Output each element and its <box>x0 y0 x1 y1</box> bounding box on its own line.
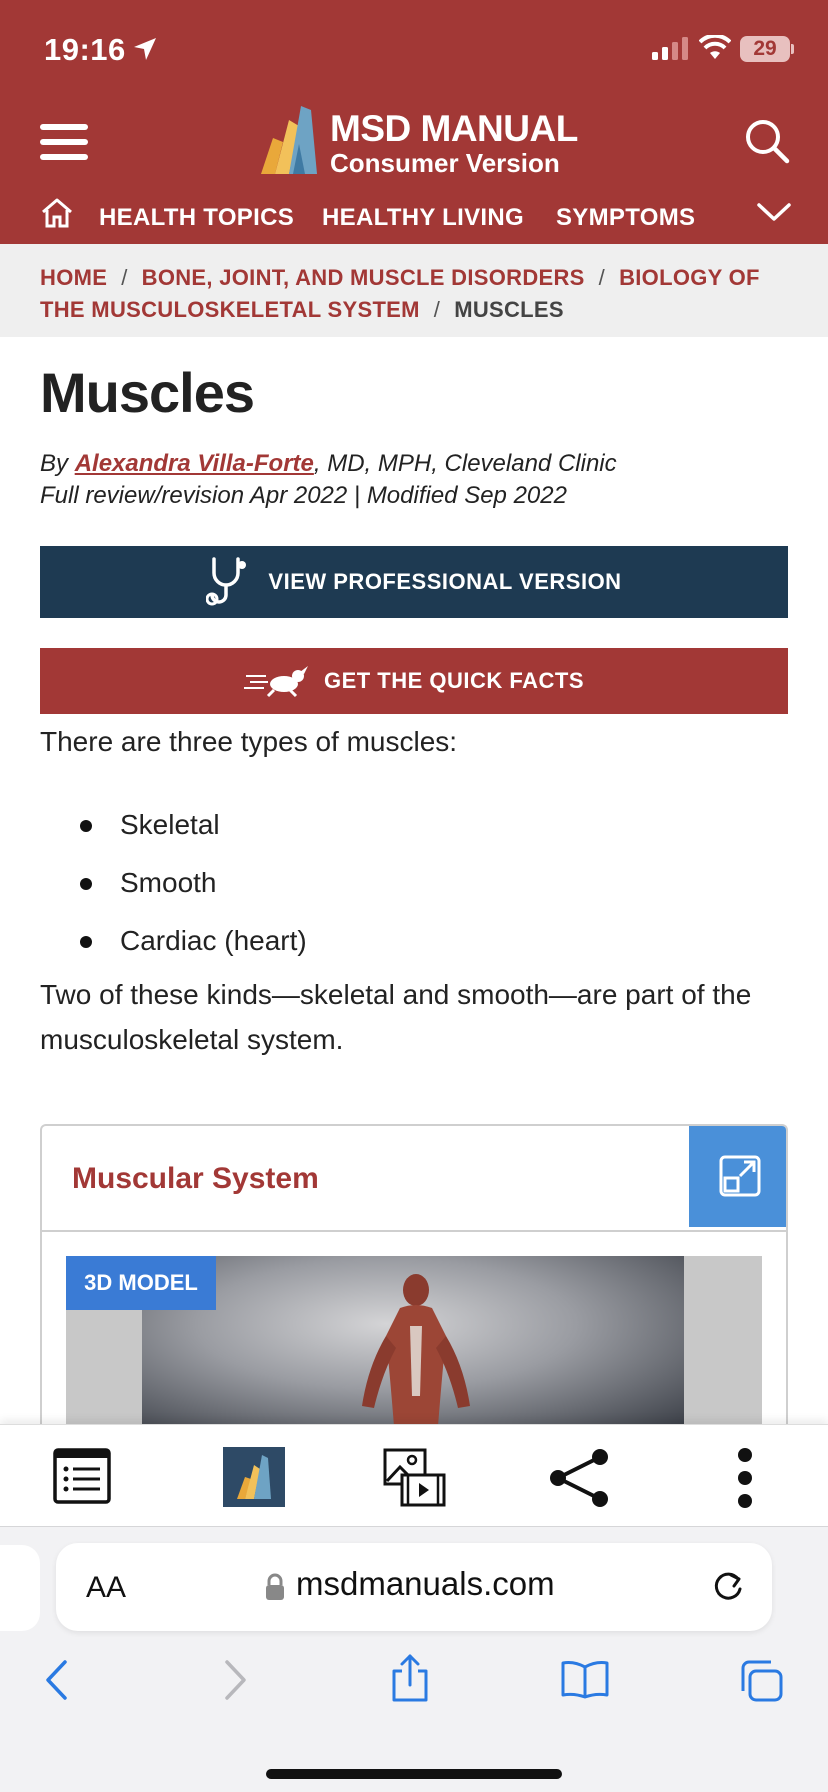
more-icon[interactable] <box>734 1447 756 1509</box>
list-item: Skeletal <box>40 800 307 858</box>
breadcrumb-home[interactable]: HOME <box>40 265 107 290</box>
battery-tip <box>791 44 794 54</box>
browser-chrome: AA msdmanuals.com <box>0 1526 828 1792</box>
review-date: Full review/revision Apr 2022 | Modified… <box>40 482 567 509</box>
battery-indicator: 29 <box>740 36 790 62</box>
tabs-icon[interactable] <box>738 1659 784 1703</box>
breadcrumb-bone-joint-muscle[interactable]: BONE, JOINT, AND MUSCLE DISORDERS <box>142 265 585 290</box>
3d-model-image <box>142 1256 684 1424</box>
body-paragraph: Two of these kinds—skeletal and smooth—a… <box>40 979 752 1055</box>
forward-icon[interactable] <box>224 1659 248 1701</box>
lock-icon <box>266 1573 284 1600</box>
wifi-icon <box>699 35 731 59</box>
view-professional-version-label: VIEW PROFESSIONAL VERSION <box>268 569 622 594</box>
list-item: Smooth <box>40 858 307 916</box>
breadcrumb-separator: / <box>598 265 606 290</box>
3d-model-badge: 3D MODEL <box>66 1256 216 1310</box>
breadcrumb-separator: / <box>433 297 441 322</box>
intro-text: There are three types of muscles: <box>40 726 458 757</box>
expand-icon <box>719 1155 760 1196</box>
msd-app-icon[interactable] <box>223 1447 285 1507</box>
nav-health-topics[interactable]: HEALTH TOPICS <box>99 204 294 232</box>
breadcrumb-separator: / <box>121 265 128 290</box>
expand-button[interactable] <box>689 1126 786 1227</box>
home-icon[interactable] <box>40 196 74 230</box>
back-icon[interactable] <box>44 1659 68 1701</box>
nav-healthy-living[interactable]: HEALTHY LIVING <box>322 204 524 232</box>
card-header: Muscular System <box>42 1126 786 1232</box>
site-header: 19:16 29 MSD MANUAL Consumer Version HEA… <box>0 0 828 244</box>
url-text[interactable]: msdmanuals.com <box>296 1565 555 1603</box>
breadcrumb-current: MUSCLES <box>454 297 564 322</box>
address-bar[interactable]: AA msdmanuals.com <box>56 1543 772 1631</box>
get-quick-facts-label: GET THE QUICK FACTS <box>323 668 585 693</box>
author-link[interactable]: Alexandra Villa-Forte <box>75 450 314 477</box>
muscle-types-list: Skeletal Smooth Cardiac (heart) <box>40 800 307 974</box>
hamburger-menu-icon[interactable] <box>40 124 88 160</box>
author-credentials: , MD, MPH, Cleveland Clinic <box>313 450 617 477</box>
view-professional-version-button[interactable]: VIEW PROFESSIONAL VERSION <box>40 546 788 618</box>
reload-icon[interactable] <box>710 1569 746 1605</box>
previous-tab-peek[interactable] <box>0 1545 40 1631</box>
media-icon[interactable] <box>382 1447 448 1509</box>
by-prefix: By <box>40 450 75 477</box>
card-title: Muscular System <box>72 1162 319 1195</box>
text-size-button[interactable]: AA <box>86 1571 126 1605</box>
chevron-down-icon[interactable] <box>756 200 792 224</box>
muscle-figure-icon <box>362 1274 470 1424</box>
running-rabbit-icon <box>243 666 308 698</box>
muscular-system-card: Muscular System 3D MODEL <box>40 1124 788 1424</box>
home-indicator[interactable] <box>266 1769 562 1779</box>
get-quick-facts-button[interactable]: GET THE QUICK FACTS <box>40 648 788 714</box>
share-icon[interactable] <box>548 1447 612 1509</box>
location-arrow-icon <box>134 38 156 60</box>
main-nav: HEALTH TOPICS HEALTHY LIVING SYMPTOMS <box>0 196 828 244</box>
share-sheet-icon[interactable] <box>390 1653 430 1703</box>
byline: By Alexandra Villa-Forte, MD, MPH, Cleve… <box>40 446 617 482</box>
stethoscope-icon <box>206 557 247 606</box>
search-icon[interactable] <box>744 118 790 164</box>
bookmarks-icon[interactable] <box>560 1659 610 1699</box>
site-toolbar <box>0 1424 828 1526</box>
list-item: Cardiac (heart) <box>40 916 307 974</box>
logo-title[interactable]: MSD MANUAL <box>330 108 578 150</box>
clock: 19:16 <box>44 32 126 67</box>
breadcrumb: HOME / BONE, JOINT, AND MUSCLE DISORDERS / B… <box>0 244 828 337</box>
nav-symptoms[interactable]: SYMPTOMS <box>556 204 695 232</box>
status-bar: 19:16 29 <box>0 0 828 96</box>
page-title: Muscles <box>40 361 255 424</box>
logo-subtitle[interactable]: Consumer Version <box>330 148 560 179</box>
cellular-signal-icon <box>652 37 688 60</box>
list-icon[interactable] <box>52 1447 112 1505</box>
msd-logo-icon[interactable] <box>255 104 321 176</box>
